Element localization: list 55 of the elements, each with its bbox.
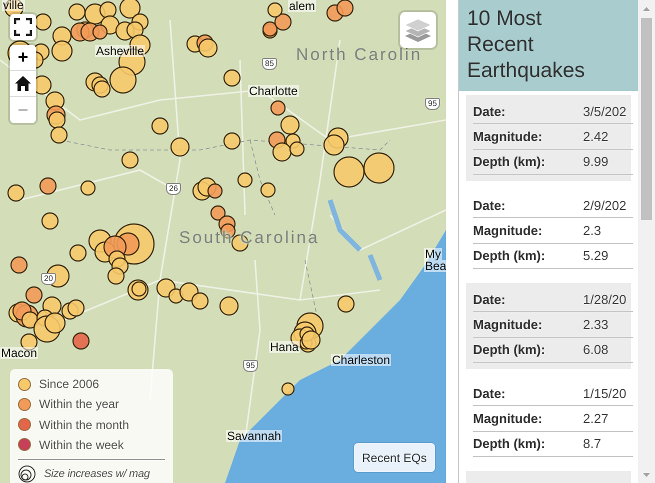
city-label: Asheville <box>95 45 146 57</box>
zoom-in-button[interactable]: + <box>10 45 36 71</box>
field-value: 1/28/20 <box>583 292 628 307</box>
highway-shield: 26 <box>166 183 181 195</box>
field-label: Depth (km): <box>473 436 546 452</box>
city-label: Hana <box>269 341 300 353</box>
legend-label: Since 2006 <box>39 377 100 392</box>
field-label: Magnitude: <box>473 222 544 238</box>
fullscreen-icon <box>14 18 32 36</box>
field-value: 2.3 <box>583 222 602 238</box>
panel-title: 10 Most Recent Earthquakes <box>459 0 638 91</box>
field-value: 2.27 <box>583 410 610 426</box>
field-value: 6.08 <box>583 342 610 358</box>
home-icon <box>15 76 31 91</box>
city-label: Savannah <box>226 430 282 442</box>
field-label: Magnitude: <box>473 410 544 426</box>
layers-button[interactable] <box>400 12 436 48</box>
field-label: Depth (km): <box>473 154 546 170</box>
scrollbar[interactable] <box>638 0 655 483</box>
field-value: 2/9/202 <box>583 198 628 213</box>
field-label: Date: <box>473 104 507 119</box>
highway-shield: 95 <box>425 98 440 110</box>
field-value: 8.7 <box>583 436 602 452</box>
field-value: 5.29 <box>583 248 610 264</box>
field-label: Depth (km): <box>473 342 546 358</box>
field-label: Magnitude: <box>473 128 544 144</box>
highway-shield: 20 <box>41 273 56 285</box>
field-label: Date: <box>473 198 507 213</box>
legend-note: Size increases w/ mag <box>44 468 150 480</box>
field-label: Magnitude: <box>473 316 544 332</box>
field-value: 2.42 <box>583 128 610 144</box>
home-button[interactable] <box>10 71 36 97</box>
field-label: Date: <box>473 292 507 307</box>
legend-label: Within the month <box>39 418 130 432</box>
city-label: Charlotte <box>248 85 299 97</box>
field-label: Date: <box>473 386 507 401</box>
legend-label: Within the week <box>39 438 124 452</box>
fullscreen-button[interactable] <box>10 14 36 40</box>
highway-shield: 95 <box>243 360 258 372</box>
field-label: Depth (km): <box>473 248 546 264</box>
size-circles-icon <box>18 464 36 483</box>
city-label: ville <box>2 0 25 11</box>
recent-eqs-button[interactable]: Recent EQs <box>354 443 435 472</box>
city-label: My <box>424 248 442 260</box>
field-value: 3/5/202 <box>583 104 628 119</box>
city-label: Bea <box>424 260 446 272</box>
city-label: Macon <box>0 347 38 359</box>
city-label: alem <box>288 0 316 12</box>
field-value: 1/15/20 <box>583 386 628 401</box>
highway-shield: 85 <box>262 58 277 70</box>
field-value: 2.33 <box>583 316 610 332</box>
field-value: 9.99 <box>583 154 610 170</box>
city-label: Charleston <box>331 354 392 366</box>
legend-label: Within the year <box>39 397 120 412</box>
region-label: North Carolin <box>296 46 422 63</box>
